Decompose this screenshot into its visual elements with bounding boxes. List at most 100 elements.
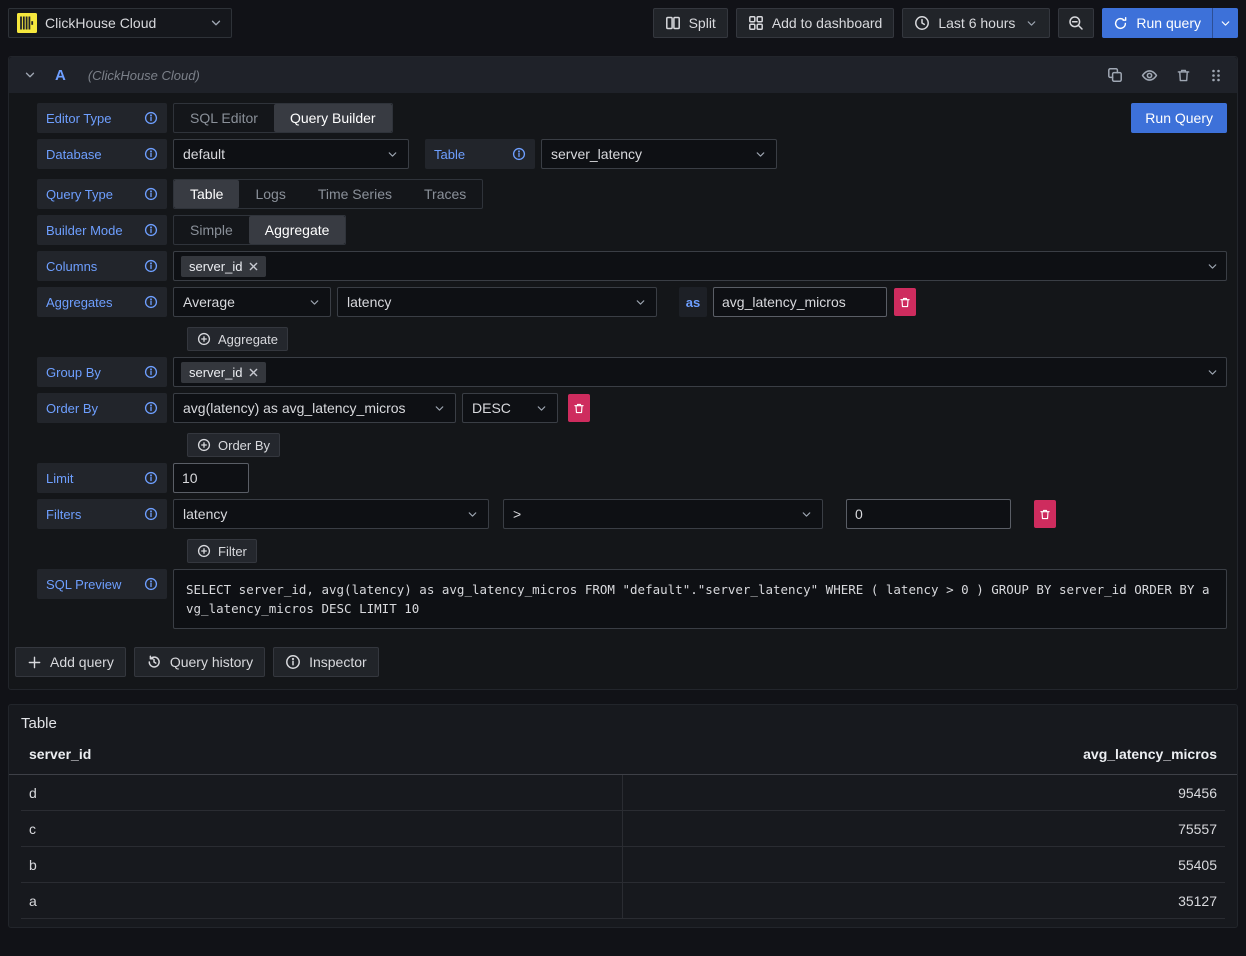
table-select[interactable]: server_latency	[541, 139, 777, 169]
remove-query-trash-icon[interactable]	[1176, 68, 1191, 83]
columns-multiselect[interactable]: server_id	[173, 251, 1227, 281]
clickhouse-logo-icon	[17, 13, 37, 33]
split-button[interactable]: Split	[653, 8, 728, 38]
info-icon[interactable]	[144, 295, 158, 309]
run-query-inline-button[interactable]: Run Query	[1131, 103, 1227, 133]
builder-mode-simple[interactable]: Simple	[174, 216, 249, 244]
chevron-down-icon	[425, 402, 446, 415]
chevron-down-icon	[1219, 17, 1232, 30]
add-to-dashboard-button[interactable]: Add to dashboard	[736, 8, 895, 38]
datasource-picker[interactable]: ClickHouse Cloud	[8, 8, 232, 38]
query-type-traces[interactable]: Traces	[408, 180, 482, 208]
explore-toolbar: ClickHouse Cloud Split Add to dashboard …	[0, 0, 1246, 46]
info-icon[interactable]	[144, 111, 158, 125]
builder-mode-aggregate[interactable]: Aggregate	[249, 216, 346, 244]
columns-row: Columns server_id	[37, 251, 1227, 281]
query-type-table[interactable]: Table	[174, 180, 239, 208]
info-icon[interactable]	[144, 577, 158, 591]
collapse-chevron-icon[interactable]	[23, 68, 37, 82]
info-icon[interactable]	[144, 187, 158, 201]
info-icon[interactable]	[144, 147, 158, 161]
table-header-row: server_id avg_latency_micros	[9, 746, 1237, 775]
run-query-button[interactable]: Run query	[1102, 8, 1212, 38]
table-row: d 95456	[21, 775, 1225, 811]
database-table-row: Database default Table server_latenc	[37, 139, 1227, 169]
aggregate-alias-input[interactable]	[713, 287, 887, 317]
database-select[interactable]: default	[173, 139, 409, 169]
sql-editor-option[interactable]: SQL Editor	[174, 104, 274, 132]
order-by-direction-select[interactable]: DESC	[462, 393, 558, 423]
columns-tag: server_id	[181, 256, 266, 277]
run-query-split-button: Run query	[1102, 8, 1238, 38]
table-visualization-panel: Table server_id avg_latency_micros d 954…	[8, 704, 1238, 928]
add-aggregate-button[interactable]: Aggregate	[187, 327, 288, 351]
query-history-button[interactable]: Query history	[134, 647, 265, 677]
remove-tag-icon[interactable]	[249, 262, 258, 271]
add-order-by-button[interactable]: Order By	[187, 433, 280, 457]
sql-preview-row: SQL Preview SELECT server_id, avg(latenc…	[37, 569, 1227, 629]
table-row: a 35127	[21, 883, 1225, 919]
info-icon[interactable]	[144, 471, 158, 485]
aggregates-row: Aggregates Average latency as	[37, 287, 1227, 317]
column-header-avg-latency-micros[interactable]: avg_latency_micros	[623, 746, 1225, 774]
filter-field-select[interactable]: latency	[173, 499, 489, 529]
query-row-header[interactable]: A (ClickHouse Cloud)	[9, 57, 1237, 93]
info-icon[interactable]	[144, 365, 158, 379]
chevron-down-icon	[626, 296, 647, 309]
info-icon[interactable]	[144, 401, 158, 415]
query-type-label: Query Type	[37, 179, 167, 209]
time-range-picker[interactable]: Last 6 hours	[902, 8, 1050, 38]
history-icon	[146, 654, 162, 670]
info-icon[interactable]	[144, 259, 158, 273]
columns-label: Columns	[37, 251, 167, 281]
filter-operator-select[interactable]: >	[503, 499, 823, 529]
column-header-server-id[interactable]: server_id	[21, 746, 623, 774]
remove-order-by-button[interactable]	[568, 394, 590, 422]
query-type-logs[interactable]: Logs	[239, 180, 301, 208]
aggregate-column-select[interactable]: latency	[337, 287, 657, 317]
chevron-down-icon	[458, 508, 479, 521]
remove-filter-button[interactable]	[1034, 500, 1056, 528]
aggregates-label: Aggregates	[37, 287, 167, 317]
chevron-down-icon	[1206, 366, 1219, 379]
query-type-row: Query Type Table Logs Time Series Traces	[37, 179, 1227, 209]
chevron-down-icon	[527, 402, 548, 415]
inspector-button[interactable]: Inspector	[273, 647, 379, 677]
info-icon[interactable]	[512, 147, 526, 161]
circle-plus-icon	[197, 544, 211, 558]
query-type-time-series[interactable]: Time Series	[302, 180, 408, 208]
query-type-toggle: Table Logs Time Series Traces	[173, 179, 483, 209]
query-ref-id[interactable]: A	[55, 67, 66, 84]
chevron-down-icon	[1206, 260, 1219, 273]
circle-plus-icon	[197, 332, 211, 346]
filter-value-input[interactable]	[846, 499, 1011, 529]
remove-tag-icon[interactable]	[249, 368, 258, 377]
info-circle-icon	[285, 654, 301, 670]
duplicate-query-icon[interactable]	[1107, 67, 1123, 83]
query-builder-option[interactable]: Query Builder	[274, 104, 392, 132]
chevron-down-icon	[209, 16, 223, 30]
table-row: c 75557	[21, 811, 1225, 847]
filters-row: Filters latency >	[37, 499, 1227, 529]
add-query-button[interactable]: Add query	[15, 647, 126, 677]
hide-response-eye-icon[interactable]	[1141, 67, 1158, 84]
split-icon	[665, 15, 681, 31]
results-table: server_id avg_latency_micros d 95456 c 7…	[9, 746, 1237, 919]
add-filter-button[interactable]: Filter	[187, 539, 257, 563]
run-query-options-button[interactable]	[1212, 8, 1238, 38]
remove-aggregate-button[interactable]	[894, 288, 916, 316]
zoom-out-button[interactable]	[1058, 8, 1094, 38]
info-icon[interactable]	[144, 223, 158, 237]
group-by-multiselect[interactable]: server_id	[173, 357, 1227, 387]
circle-plus-icon	[197, 438, 211, 452]
info-icon[interactable]	[144, 507, 158, 521]
order-by-label: Order By	[37, 393, 167, 423]
builder-mode-label: Builder Mode	[37, 215, 167, 245]
chevron-down-icon	[1025, 17, 1038, 30]
aggregate-function-select[interactable]: Average	[173, 287, 331, 317]
limit-input[interactable]	[173, 463, 249, 493]
sql-preview-code: SELECT server_id, avg(latency) as avg_la…	[173, 569, 1227, 629]
drag-handle-icon[interactable]	[1209, 68, 1223, 83]
order-by-field-select[interactable]: avg(latency) as avg_latency_micros	[173, 393, 456, 423]
editor-type-toggle: SQL Editor Query Builder	[173, 103, 393, 133]
